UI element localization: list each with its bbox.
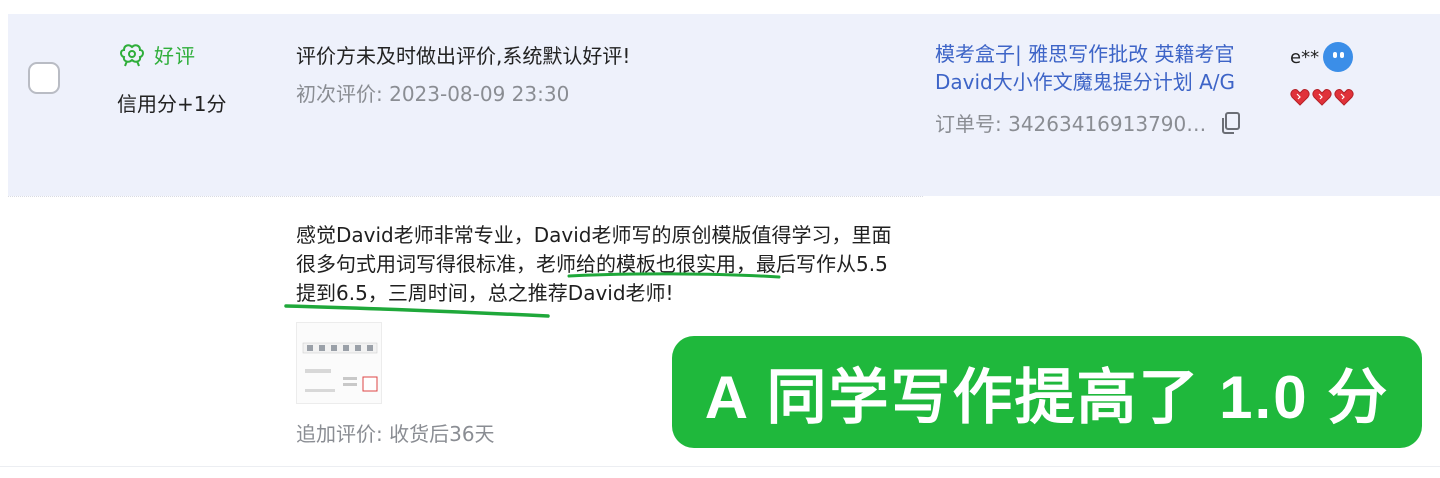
review-date: 初次评价: 2023-08-09 23:30: [296, 82, 570, 106]
product-title-line1: 模考盒子| 雅思写作批改 英籍考官: [935, 42, 1235, 66]
review-photo-thumbnail[interactable]: [296, 322, 382, 404]
credit-score: 信用分+1分: [117, 92, 227, 116]
followup-text-part2: ，最后写作: [736, 252, 836, 276]
rating-label: 好评: [154, 44, 196, 68]
followup-meta: 追加评价: 收货后36天: [296, 422, 495, 446]
followup-text-part3: 三周时间，总之推荐David老师!: [387, 281, 674, 305]
buyer-level-hearts: [1290, 88, 1354, 106]
copy-icon[interactable]: [1220, 111, 1242, 135]
followup-highlight-1: 老师给的模板也很实用: [536, 252, 736, 276]
product-title-line2: David大小作文魔鬼提分计划 A/G: [935, 70, 1236, 94]
product-title-link[interactable]: 模考盒子| 雅思写作批改 英籍考官 David大小作文魔鬼提分计划 A/G: [935, 40, 1265, 96]
order-number: 订单号: 34263416913790…: [935, 108, 1242, 137]
document-thumbnail-icon: [302, 342, 378, 392]
divider: [8, 196, 923, 197]
heart-icon: [1290, 89, 1310, 106]
score-improvement-banner: A 同学写作提高了 1.0 分: [672, 336, 1422, 448]
buyer: e**: [1290, 42, 1354, 72]
row-divider: [0, 466, 1440, 467]
review-page: 好评 信用分+1分 评价方未及时做出评价,系统默认好评! 初次评价: 2023-…: [0, 0, 1440, 478]
heart-icon: [1312, 89, 1332, 106]
flower-icon: [120, 43, 144, 66]
banner-text: A 同学写作提高了 1.0 分: [704, 363, 1390, 431]
order-number-text: 订单号: 34263416913790…: [935, 112, 1207, 136]
buyer-avatar-icon: [1323, 42, 1354, 72]
buyer-name: e**: [1290, 46, 1320, 68]
rating: 好评: [118, 40, 196, 69]
followup-review-text: 感觉David老师非常专业，David老师写的原创模版值得学习，里面很多句式用词…: [296, 221, 896, 308]
heart-icon: [1334, 89, 1354, 106]
select-review-checkbox[interactable]: [28, 62, 60, 94]
review-text: 评价方未及时做出评价,系统默认好评!: [296, 44, 631, 68]
